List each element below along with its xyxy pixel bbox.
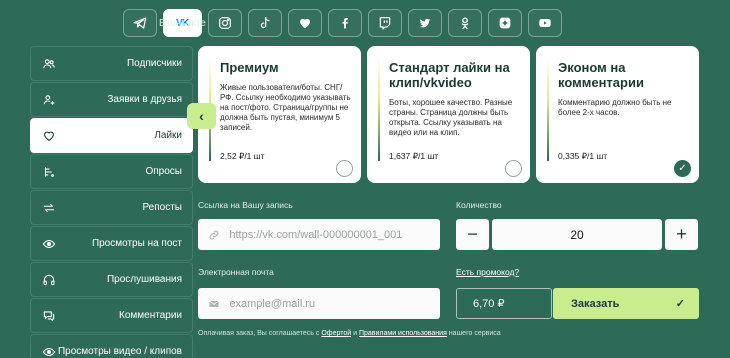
legal-suffix: нашего сервиса [448, 330, 501, 337]
tariff-title: Эконом на комментарии [558, 60, 644, 90]
usage-rules-link[interactable]: Правилами использования [359, 330, 447, 337]
platform-bar: VK Вконтакте [123, 9, 562, 37]
vk-tab[interactable]: VK Вконтакте [159, 9, 206, 37]
tariff-card-premium[interactable]: Премиум Живые пользователи/боты. СНГ/РФ.… [198, 46, 361, 183]
email-label: Электронная почта [198, 267, 274, 277]
headphones-icon [41, 272, 57, 288]
tariff-radio[interactable] [336, 160, 353, 177]
vk-tab-label: Вконтакте [159, 17, 206, 29]
youtube-button[interactable] [527, 9, 562, 37]
odnoklassniki-icon [461, 17, 469, 29]
mail-icon [198, 298, 229, 310]
order-button-label: Заказать [571, 297, 620, 310]
offer-link[interactable]: Офертой [321, 330, 351, 337]
tariff-card-economy[interactable]: Эконом на комментарии Комментарию должно… [536, 46, 699, 183]
repost-icon [41, 200, 57, 216]
tariff-description: Боты, хорошее качество. Разные страны. С… [389, 98, 513, 137]
link-field[interactable] [198, 219, 440, 250]
heart-icon [41, 128, 57, 144]
sidebar-item-video-views[interactable]: Просмотры видео / клипов [30, 334, 193, 358]
sidebar-item-label: Просмотры на пост [91, 238, 182, 249]
promo-code-link[interactable]: Есть промокод? [456, 267, 519, 277]
sidebar-item-label: Заявки в друзья [107, 94, 182, 105]
twitter-icon [419, 18, 431, 28]
tariff-card-standard[interactable]: Стандарт лайки на клип/vkvideo Боты, хор… [367, 46, 530, 183]
sidebar-item-comments[interactable]: Комментарии [30, 298, 193, 333]
facebook-button[interactable] [327, 9, 362, 37]
sidebar-item-friend-requests[interactable]: Заявки в друзья [30, 82, 193, 117]
sidebar-item-label: Просмотры видео / клипов [57, 346, 182, 357]
legal-and: и [353, 330, 358, 337]
sidebar-item-label: Подписчики [126, 58, 182, 69]
facebook-icon [342, 18, 348, 29]
likes-platform-button[interactable] [287, 9, 322, 37]
dzen-icon [499, 17, 511, 29]
sidebar-item-label: Репосты [142, 202, 182, 213]
friend-requests-icon [41, 92, 57, 108]
twitter-button[interactable] [407, 9, 442, 37]
check-icon: ✓ [678, 163, 687, 174]
link-icon [198, 229, 229, 241]
heart-icon [299, 18, 310, 29]
email-field[interactable] [198, 288, 440, 319]
tiktok-icon [260, 17, 270, 29]
card-accent-bar [378, 58, 380, 161]
link-label: Ссылка на Вашу запись [198, 200, 293, 210]
quantity-decrease-button[interactable]: − [456, 219, 489, 250]
tariff-radio[interactable] [505, 160, 522, 177]
quantity-increase-button[interactable]: + [665, 219, 698, 250]
twitch-button[interactable] [367, 9, 402, 37]
quantity-label: Количество [456, 200, 502, 210]
quantity-input[interactable]: 20 [492, 219, 662, 250]
sidebar-item-label: Комментарии [119, 310, 182, 321]
comments-icon [41, 308, 57, 324]
tariff-price: 1,637 ₽/1 шт [389, 151, 439, 161]
telegram-button[interactable] [123, 9, 157, 37]
dzen-button[interactable] [487, 9, 522, 37]
cards-prev-button[interactable]: ‹ [187, 103, 216, 129]
card-accent-bar [547, 58, 549, 161]
poll-icon [41, 164, 57, 180]
sidebar-item-label: Лайки [154, 130, 182, 141]
sidebar-item-listens[interactable]: Прослушивания [30, 262, 193, 297]
tiktok-button[interactable] [247, 9, 282, 37]
twitch-icon [379, 17, 391, 30]
instagram-icon [218, 17, 231, 29]
email-input[interactable] [229, 297, 440, 310]
legal-prefix: Оплачивая заказ, Вы соглашаетесь с [198, 330, 320, 337]
service-sidebar: Подписчики Заявки в друзья Лайки Опросы … [30, 46, 193, 358]
tariff-description: Комментарию должно быть не более 2-х час… [558, 98, 672, 117]
sidebar-item-label: Опросы [145, 166, 182, 177]
tariff-title: Премиум [220, 60, 279, 75]
odnoklassniki-button[interactable] [447, 9, 482, 37]
check-icon: ✓ [675, 298, 685, 310]
tariff-radio-checked[interactable]: ✓ [674, 160, 691, 177]
tariff-title: Стандарт лайки на клип/vkvideo [389, 60, 510, 90]
telegram-icon [133, 17, 147, 29]
instagram-button[interactable] [207, 9, 242, 37]
users-icon [41, 56, 57, 72]
total-price: 6,70 ₽ [456, 288, 552, 319]
sidebar-item-polls[interactable]: Опросы [30, 154, 193, 189]
order-button[interactable]: Заказать ✓ [553, 288, 699, 319]
sidebar-item-likes[interactable]: Лайки [30, 118, 193, 153]
tariff-price: 2,52 ₽/1 шт [220, 151, 265, 161]
legal-note: Оплачивая заказ, Вы соглашаетесь с Оферт… [198, 330, 501, 337]
tariff-price: 0,335 ₽/1 шт [558, 151, 608, 161]
tariff-cards: Премиум Живые пользователи/боты. СНГ/РФ.… [198, 46, 699, 183]
eye-icon [41, 344, 57, 358]
sidebar-item-post-views[interactable]: Просмотры на пост [30, 226, 193, 261]
sidebar-item-label: Прослушивания [106, 274, 182, 285]
tariff-description: Живые пользователи/боты. СНГ/РФ. Ссылку … [220, 83, 351, 132]
eye-icon [41, 236, 57, 252]
youtube-icon [539, 19, 551, 27]
sidebar-item-subscribers[interactable]: Подписчики [30, 46, 193, 81]
link-input[interactable] [229, 228, 440, 241]
sidebar-item-reposts[interactable]: Репосты [30, 190, 193, 225]
chevron-left-icon: ‹ [199, 108, 204, 124]
